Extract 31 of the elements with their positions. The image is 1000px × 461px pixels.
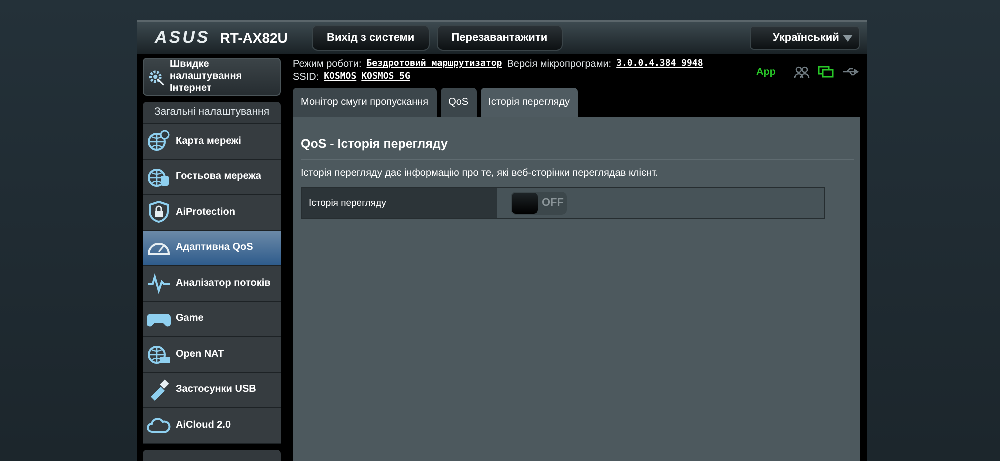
waveform-icon	[147, 272, 171, 294]
setting-label: Історія перегляду	[302, 188, 497, 218]
panel-title: QoS - Історія перегляду	[301, 137, 854, 160]
quick-setup-button[interactable]: Швидке налаштування Інтернет	[143, 58, 281, 96]
sidebar-item[interactable]: Game	[143, 302, 281, 337]
sidebar-item[interactable]: Адаптивна QoS	[143, 230, 281, 266]
info-label: Версія мікропрограми:	[507, 58, 612, 71]
info-label: SSID:	[293, 71, 320, 84]
language-dropdown[interactable]: Український	[750, 26, 860, 50]
users-icon[interactable]	[794, 66, 810, 78]
ssid-link[interactable]: KOSMOS_5G	[362, 71, 410, 84]
header-button[interactable]: Вихід з системи	[312, 25, 430, 51]
monitor-icon[interactable]	[818, 66, 834, 78]
globe-pin-icon	[147, 130, 171, 152]
app-status[interactable]: App	[756, 66, 776, 78]
caret-icon	[843, 34, 853, 42]
firmware-link[interactable]: 3.0.0.4.384_9948	[616, 58, 704, 71]
shield-lock-icon	[147, 201, 171, 224]
tab[interactable]: Монітор смуги пропускання	[293, 88, 437, 117]
info-label: Режим роботи:	[293, 58, 362, 71]
mode-link[interactable]: Бездротовий маршрутизатор	[366, 58, 502, 71]
brand-logo: ASUS	[155, 28, 210, 48]
tab[interactable]: QoS	[440, 88, 477, 117]
sidebar-item[interactable]: Гостьова мережа	[143, 160, 281, 195]
description: Історія перегляду дає інформацію про те, які веб-сторінки переглядав клієнт.	[301, 168, 660, 179]
model-name: RT-AX82U	[220, 30, 288, 46]
ssid-link[interactable]: KOSMOS	[324, 71, 357, 84]
header-button[interactable]: Перезавантажити	[436, 25, 563, 51]
sidebar-item[interactable]: Застосунки USB	[143, 372, 281, 408]
usb-icon[interactable]	[842, 67, 860, 77]
tab[interactable]: Історія перегляду	[480, 88, 578, 117]
